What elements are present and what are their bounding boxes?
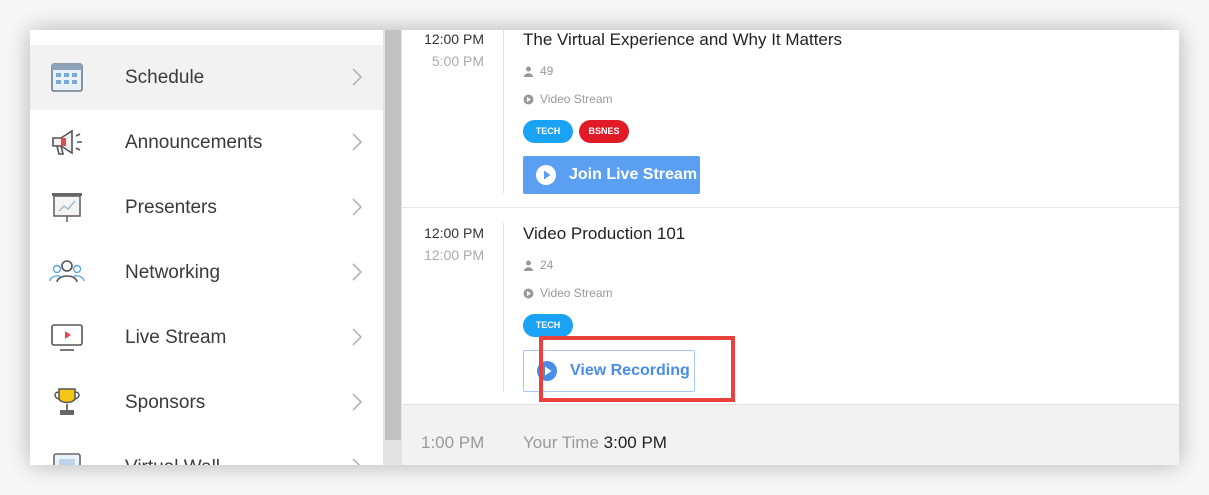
time-slot-time: 1:00 PM bbox=[421, 433, 485, 452]
play-circle-icon bbox=[535, 164, 557, 191]
presentation-board-icon bbox=[48, 189, 86, 225]
session-times: 12:00 PM 12:00 PM bbox=[402, 222, 484, 266]
join-live-stream-button[interactable]: Join Live Stream bbox=[523, 156, 700, 194]
your-time: Your Time 3:00 PM bbox=[523, 433, 667, 453]
photo-wall-icon bbox=[48, 449, 86, 465]
chevron-right-icon bbox=[351, 262, 363, 282]
attendee-count: 24 bbox=[523, 258, 553, 272]
highlight-box bbox=[539, 336, 735, 402]
chevron-right-icon bbox=[351, 457, 363, 465]
timeline-divider bbox=[503, 223, 504, 392]
stream-type: Video Stream bbox=[523, 286, 613, 300]
sidebar-item-announcements[interactable]: Announcements bbox=[30, 110, 383, 175]
stream-type-label: Video Stream bbox=[540, 286, 613, 300]
attendee-count-value: 24 bbox=[540, 258, 554, 272]
session-times: 12:00 PM 5:00 PM bbox=[402, 30, 484, 72]
play-circle-icon bbox=[523, 288, 534, 298]
session-start-time: 12:00 PM bbox=[424, 31, 484, 47]
sidebar-item-label: Virtual Wall bbox=[125, 457, 220, 465]
sidebar-item-schedule[interactable]: Schedule bbox=[30, 45, 383, 110]
attendee-count-value: 49 bbox=[540, 64, 554, 78]
sidebar-item-label: Announcements bbox=[125, 132, 263, 153]
session-title[interactable]: The Virtual Experience and Why It Matter… bbox=[523, 30, 842, 50]
tag-bsnes[interactable]: BSNES bbox=[579, 120, 629, 143]
sidebar-item-live-stream[interactable]: Live Stream bbox=[30, 305, 383, 370]
session-end-time: 12:00 PM bbox=[424, 247, 484, 263]
button-label: Join Live Stream bbox=[569, 166, 698, 183]
your-time-value: 3:00 PM bbox=[603, 433, 667, 452]
people-icon bbox=[48, 254, 86, 290]
trophy-icon bbox=[48, 384, 86, 420]
session-card: 12:00 PM 12:00 PM Video Production 101 2… bbox=[402, 208, 1179, 404]
person-icon bbox=[524, 260, 533, 271]
attendee-count: 49 bbox=[523, 64, 553, 78]
schedule-list: 12:00 PM 5:00 PM The Virtual Experience … bbox=[402, 30, 1179, 465]
session-end-time: 5:00 PM bbox=[431, 53, 484, 69]
sidebar-item-label: Live Stream bbox=[125, 327, 227, 348]
chevron-right-icon bbox=[351, 132, 363, 152]
app-window: Schedule Announcements Presenters Networ… bbox=[30, 30, 1179, 465]
sidebar-item-label: Networking bbox=[125, 262, 221, 283]
sidebar-item-presenters[interactable]: Presenters bbox=[30, 175, 383, 240]
time-slot-row: 1:00 PM Your Time 3:00 PM bbox=[402, 404, 1179, 465]
sidebar-item-networking[interactable]: Networking bbox=[30, 240, 383, 305]
your-time-label: Your Time bbox=[523, 433, 599, 452]
sidebar-item-label: Sponsors bbox=[125, 392, 206, 413]
sidebar-item-label: Schedule bbox=[125, 67, 205, 88]
stream-type: Video Stream bbox=[523, 92, 613, 106]
chevron-right-icon bbox=[351, 327, 363, 347]
tag-tech[interactable]: TECH bbox=[523, 120, 573, 143]
sidebar-item-label: Presenters bbox=[125, 197, 217, 218]
sidebar-scrollbar[interactable] bbox=[383, 30, 402, 465]
scrollbar-thumb[interactable] bbox=[385, 30, 401, 440]
tag-tech[interactable]: TECH bbox=[523, 314, 573, 337]
session-card: 12:00 PM 5:00 PM The Virtual Experience … bbox=[402, 30, 1179, 207]
play-circle-icon bbox=[523, 94, 534, 104]
calendar-icon bbox=[48, 59, 86, 95]
stream-type-label: Video Stream bbox=[540, 92, 613, 106]
sidebar: Schedule Announcements Presenters Networ… bbox=[30, 30, 383, 465]
session-title[interactable]: Video Production 101 bbox=[523, 224, 685, 244]
monitor-play-icon bbox=[48, 319, 86, 355]
chevron-right-icon bbox=[351, 392, 363, 412]
session-start-time: 12:00 PM bbox=[424, 225, 484, 241]
timeline-divider bbox=[503, 30, 504, 193]
chevron-right-icon bbox=[351, 67, 363, 87]
chevron-right-icon bbox=[351, 197, 363, 217]
person-icon bbox=[524, 66, 533, 77]
sidebar-item-virtual-wall[interactable]: Virtual Wall bbox=[30, 435, 383, 465]
sidebar-item-sponsors[interactable]: Sponsors bbox=[30, 370, 383, 435]
megaphone-icon bbox=[48, 124, 86, 160]
